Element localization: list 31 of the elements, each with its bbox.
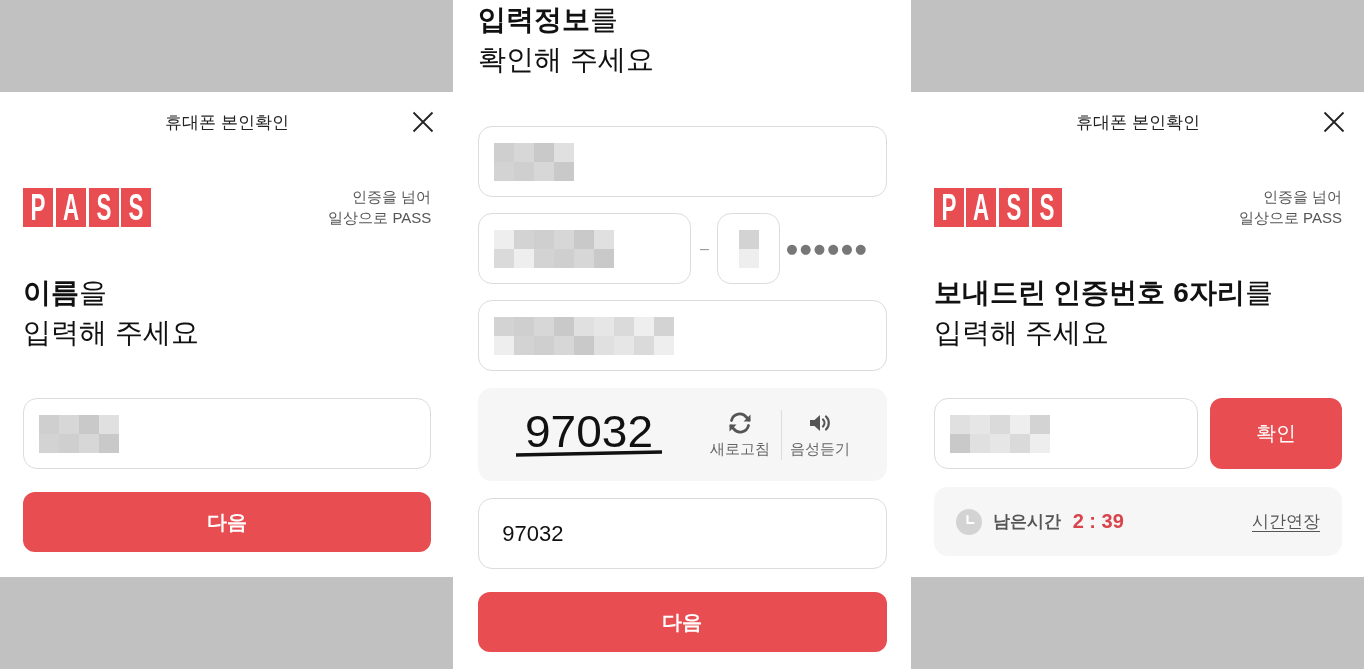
- dash-separator: –: [698, 239, 710, 258]
- input-field[interactable]: [478, 126, 887, 197]
- masked-digits: ●●●●●●: [786, 241, 869, 256]
- extend-time-link[interactable]: 시간연장: [1252, 510, 1320, 533]
- sheet-title: 휴대폰 본인확인: [165, 111, 290, 134]
- page-heading: 입력정보를 확인해 주세요: [478, 3, 656, 77]
- sheet-title: 휴대폰 본인확인: [1075, 111, 1200, 134]
- remaining-time: 2 : 39: [1072, 510, 1124, 533]
- brand-tagline: 인증을 넘어 일상으로 PASS: [328, 187, 432, 228]
- close-icon[interactable]: [412, 111, 435, 133]
- next-button[interactable]: 다음: [23, 492, 432, 552]
- input-field[interactable]: [478, 213, 692, 284]
- input-field[interactable]: 97032: [478, 498, 887, 569]
- confirm-button[interactable]: 확인: [1210, 398, 1342, 469]
- brand-tagline: 인증을 넘어 일상으로 PASS: [1238, 187, 1342, 228]
- input-field[interactable]: [23, 398, 432, 469]
- pass-logo: P A S S: [23, 187, 152, 227]
- input-field[interactable]: [478, 300, 887, 371]
- listen-button[interactable]: 음성듣기: [784, 410, 857, 459]
- refresh-button[interactable]: 새로고침: [704, 410, 777, 459]
- page-heading: 이름을 입력해 주세요: [23, 276, 200, 350]
- clock-icon: [955, 508, 982, 535]
- timer-label: 남은시간: [992, 511, 1061, 533]
- close-icon[interactable]: [1323, 111, 1345, 133]
- captcha-image: 97032: [513, 406, 664, 463]
- refresh-icon: [728, 410, 753, 435]
- pass-logo: P A S S: [933, 187, 1062, 227]
- input-field[interactable]: [717, 213, 781, 284]
- page-heading: 보내드린 인증번호 6자리를 입력해 주세요: [933, 276, 1274, 350]
- input-field[interactable]: [933, 398, 1198, 469]
- next-button[interactable]: 다음: [478, 592, 887, 652]
